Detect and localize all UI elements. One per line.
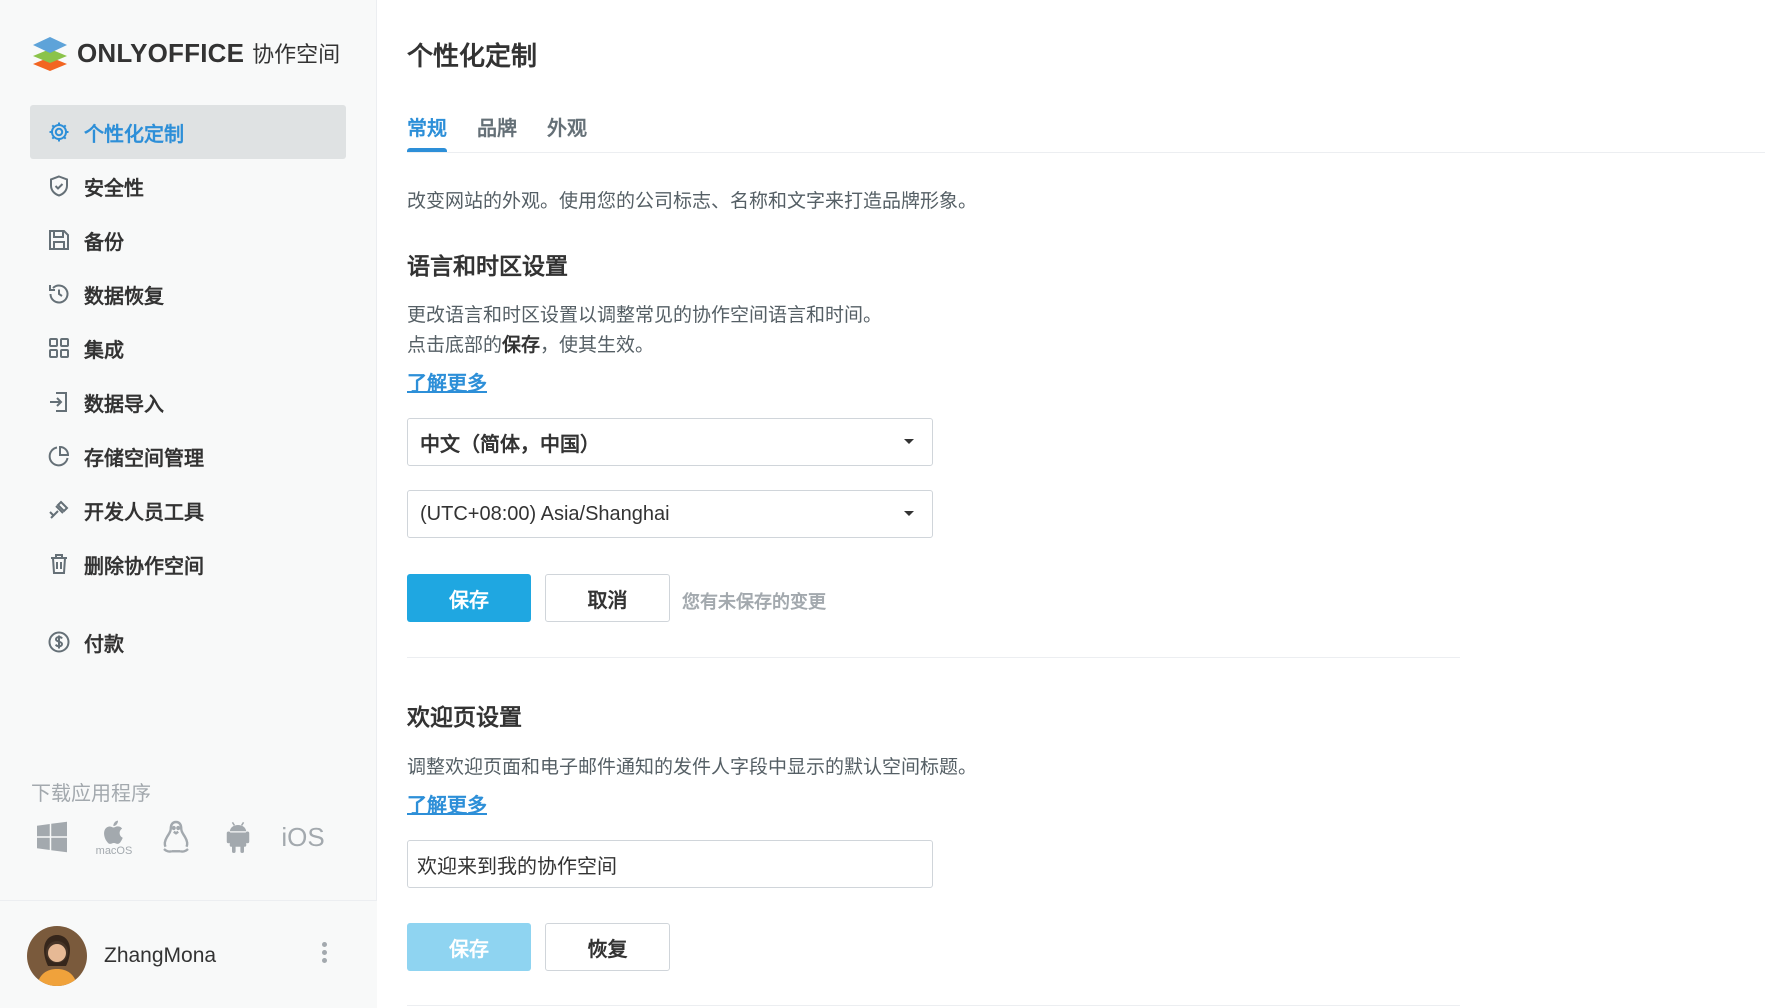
android-icon[interactable] [219, 815, 257, 859]
language-desc-line2: 点击底部的保存，使其生效。 [407, 331, 882, 361]
apple-icon[interactable]: macOS [95, 815, 133, 859]
linux-icon[interactable] [157, 815, 195, 859]
welcome-section-desc: 调整欢迎页面和电子邮件通知的发件人字段中显示的默认空间标题。 [407, 757, 978, 778]
logo[interactable]: ONLYOFFICE 协作空间 [30, 33, 340, 73]
windows-icon[interactable] [33, 815, 71, 859]
language-section-desc: 更改语言和时区设置以调整常见的协作空间语言和时间。 点击底部的保存，使其生效。 [407, 301, 882, 361]
grid-icon [46, 335, 72, 361]
download-apps-title: 下载应用程序 [31, 783, 151, 805]
language-learn-more-link[interactable]: 了解更多 [407, 367, 487, 396]
sidebar-item-label: 备份 [84, 231, 124, 254]
save-icon [46, 227, 72, 253]
chevron-down-icon [904, 511, 914, 516]
language-cancel-button[interactable]: 取消 [545, 574, 670, 622]
macos-label: macOS [95, 845, 133, 857]
sidebar-item-label: 删除协作空间 [84, 555, 204, 578]
section-divider [407, 657, 1460, 658]
dollar-icon [46, 629, 72, 655]
page-title: 个性化定制 [407, 41, 538, 71]
tab-branding[interactable]: 品牌 [477, 112, 517, 152]
download-apps: macOS iOS [33, 815, 325, 859]
chevron-down-icon [904, 439, 914, 444]
history-icon [46, 281, 72, 307]
welcome-restore-button[interactable]: 恢复 [545, 923, 670, 971]
sidebar-item-storage[interactable]: 存储空间管理 [30, 429, 346, 483]
gear-icon [46, 119, 72, 145]
import-icon [46, 389, 72, 415]
language-desc-pre: 点击底部的 [407, 335, 503, 356]
sidebar-item-label: 数据恢复 [84, 285, 164, 308]
welcome-learn-more-link[interactable]: 了解更多 [407, 789, 487, 818]
sidebar-item-restore[interactable]: 数据恢复 [30, 267, 346, 321]
onlyoffice-logo-icon [33, 37, 67, 71]
tab-general[interactable]: 常规 [407, 112, 447, 153]
language-desc-bold: 保存 [502, 335, 541, 356]
settings-nav: 个性化定制 安全性 备份 数据恢复 集成 数据导入 存储空间管理 开发人员工具 … [30, 105, 346, 669]
sidebar-item-backup[interactable]: 备份 [30, 213, 346, 267]
logo-text: ONLYOFFICE [77, 37, 245, 68]
sidebar-item-delete-space[interactable]: 删除协作空间 [30, 537, 346, 591]
welcome-title-input[interactable] [407, 840, 933, 888]
intro-text: 改变网站的外观。使用您的公司标志、名称和文字来打造品牌形象。 [407, 191, 978, 212]
sidebar-item-label: 个性化定制 [84, 123, 184, 146]
sidebar-item-payments[interactable]: 付款 [30, 615, 346, 669]
language-desc-post: ，使其生效。 [540, 335, 655, 356]
section-divider [407, 1005, 1460, 1006]
trash-icon [46, 551, 72, 577]
user-profile: ZhangMona [0, 900, 377, 1008]
timezone-select-value: (UTC+08:00) Asia/Shanghai [420, 502, 670, 525]
sidebar-item-developer-tools[interactable]: 开发人员工具 [30, 483, 346, 537]
welcome-save-button[interactable]: 保存 [407, 923, 531, 971]
language-section-title: 语言和时区设置 [407, 253, 568, 279]
sidebar: ONLYOFFICE 协作空间 个性化定制 安全性 备份 数据恢复 集成 数据导… [0, 0, 377, 1008]
username: ZhangMona [104, 944, 217, 967]
avatar[interactable] [27, 926, 87, 986]
unsaved-changes-text: 您有未保存的变更 [682, 592, 826, 612]
sidebar-item-label: 安全性 [84, 177, 144, 200]
welcome-section-title: 欢迎页设置 [407, 704, 522, 730]
tab-appearance[interactable]: 外观 [547, 112, 587, 152]
tabs-divider [407, 152, 1765, 153]
shield-icon [46, 173, 72, 199]
settings-tabs: 常规 品牌 外观 [407, 112, 587, 153]
sidebar-item-security[interactable]: 安全性 [30, 159, 346, 213]
ios-label: iOS [281, 821, 325, 852]
pie-chart-icon [46, 443, 72, 469]
main-content: 个性化定制 常规 品牌 外观 改变网站的外观。使用您的公司标志、名称和文字来打造… [377, 0, 1765, 1008]
more-vertical-icon[interactable] [318, 939, 330, 973]
language-select[interactable]: 中文（简体，中国） [407, 418, 933, 466]
sidebar-item-label: 集成 [84, 339, 124, 362]
sidebar-item-label: 付款 [84, 633, 124, 656]
sidebar-item-customization[interactable]: 个性化定制 [30, 105, 346, 159]
ios-icon[interactable]: iOS [281, 815, 325, 859]
sidebar-item-label: 开发人员工具 [84, 501, 204, 524]
logo-subtitle: 协作空间 [252, 42, 341, 67]
sidebar-item-integration[interactable]: 集成 [30, 321, 346, 375]
sidebar-item-label: 存储空间管理 [84, 447, 204, 470]
timezone-select[interactable]: (UTC+08:00) Asia/Shanghai [407, 490, 933, 538]
language-desc-line1: 更改语言和时区设置以调整常见的协作空间语言和时间。 [407, 305, 883, 326]
developer-tools-icon [46, 497, 72, 523]
sidebar-item-data-import[interactable]: 数据导入 [30, 375, 346, 429]
language-save-button[interactable]: 保存 [407, 574, 531, 622]
language-select-value: 中文（简体，中国） [420, 433, 600, 456]
sidebar-item-label: 数据导入 [84, 393, 164, 416]
